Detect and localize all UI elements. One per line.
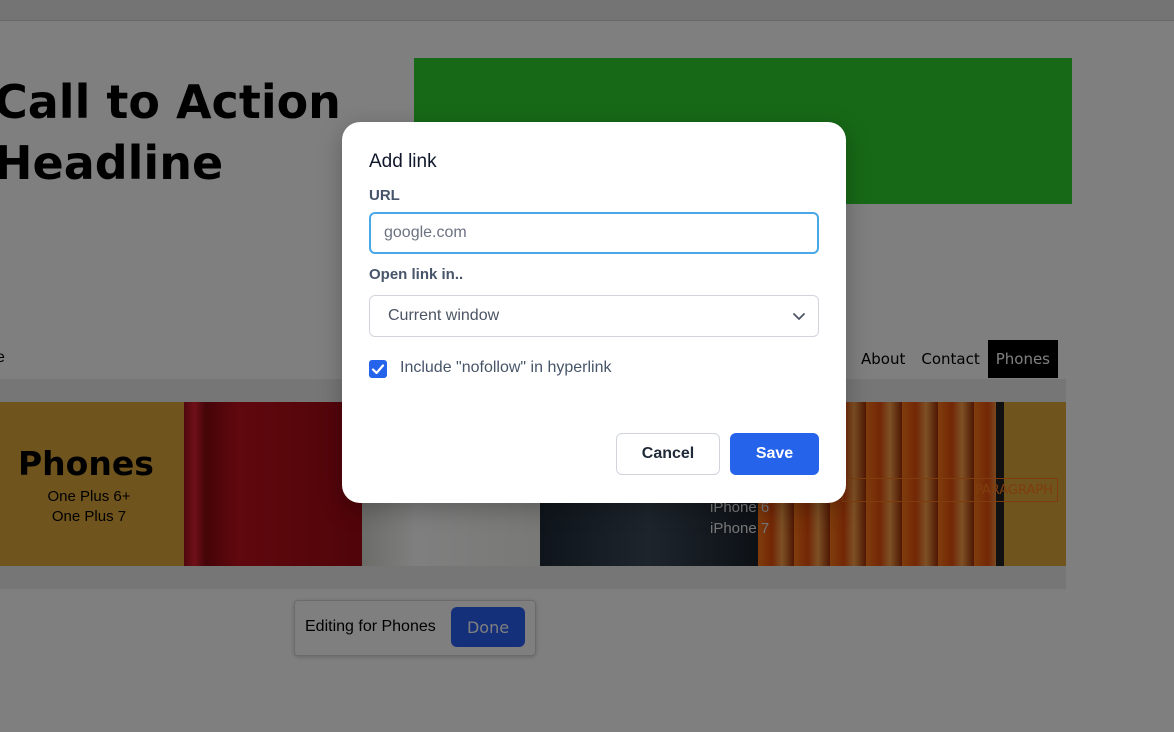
add-link-dialog: Add link URL Open link in.. Current wind… <box>342 122 846 503</box>
save-button[interactable]: Save <box>730 433 819 475</box>
nofollow-label[interactable]: Include "nofollow" in hyperlink <box>400 359 611 377</box>
open-in-label: Open link in.. <box>369 266 464 283</box>
chevron-down-icon <box>793 313 805 320</box>
dialog-title: Add link <box>369 151 437 172</box>
open-in-select[interactable]: Current window <box>369 295 819 337</box>
url-label: URL <box>369 187 400 204</box>
nofollow-checkbox[interactable] <box>369 360 387 378</box>
open-in-selected-value: Current window <box>388 307 500 324</box>
cancel-button[interactable]: Cancel <box>616 433 720 475</box>
check-icon <box>371 364 385 375</box>
url-input[interactable] <box>369 212 819 254</box>
